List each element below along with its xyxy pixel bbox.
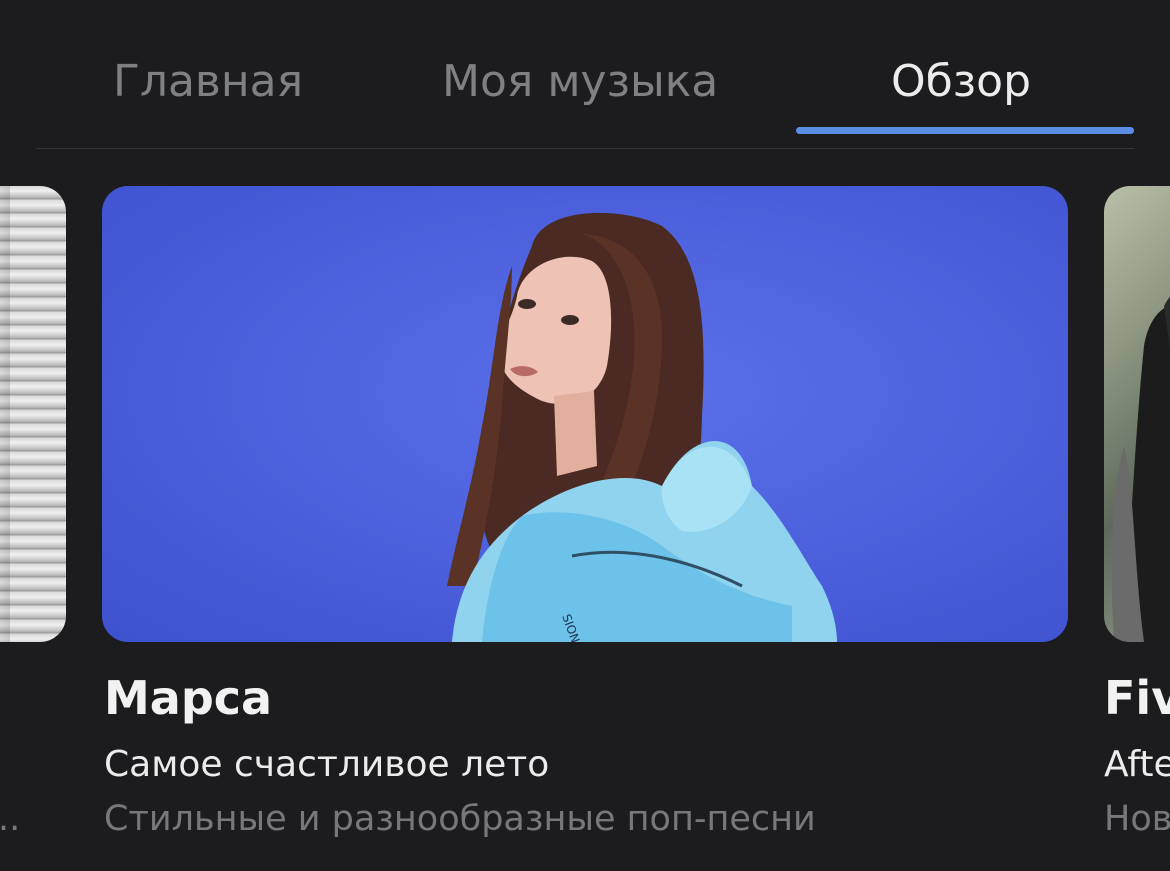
next-card-subtitle: Afte [1104,744,1170,785]
featured-artwork: SION [447,212,837,642]
top-tab-bar: Главная Моя музыка Обзор [0,0,1170,150]
card-artwork-shade [0,186,10,642]
featured-card-description: Стильные и разнообразные поп-песни [104,799,816,839]
next-card-description: Нов [1104,799,1170,839]
tabs-divider [36,148,1134,149]
active-tab-indicator [796,127,1134,134]
previous-card-description: н... [0,799,21,839]
next-card-title[interactable]: Fiv [1104,668,1170,728]
tab-home[interactable]: Главная [113,52,303,112]
tab-browse[interactable]: Обзор [891,52,1031,112]
tab-my-music[interactable]: Моя музыка [442,52,718,112]
next-card-artwork [1111,296,1170,642]
featured-card-title[interactable]: Марса [104,668,272,728]
featured-card-subtitle: Самое счастливое лето [104,744,550,785]
carousel-card-previous[interactable] [0,186,66,642]
featured-playlist-card[interactable]: SION [102,186,1068,642]
browse-screen: Главная Моя музыка Обзор SION .. Марса С… [0,0,1170,871]
carousel-card-next[interactable] [1104,186,1170,642]
